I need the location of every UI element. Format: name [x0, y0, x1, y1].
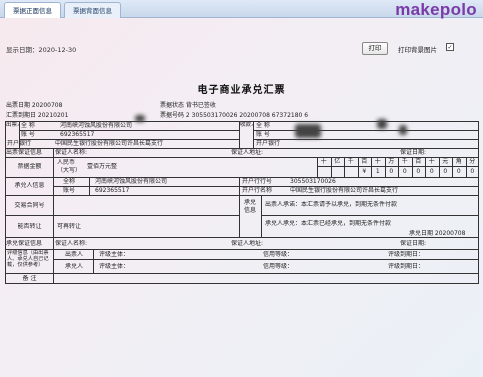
rating-drawer-org: 评级主体： [99, 251, 130, 258]
accept-guarantor-addr: 保证人地址: [231, 240, 264, 247]
contract-label: 交易合同号 [14, 202, 45, 209]
accept-guarantee-date: 保证日期: [400, 240, 427, 247]
amount-digit: 0 [429, 168, 434, 175]
amount-digit: 0 [416, 168, 421, 175]
amount-upper: （大写） [57, 167, 82, 174]
rating-label: 评级信息（由出票人、承兑人自己记载，仅供参考） [7, 250, 49, 268]
amount-digit: 0 [470, 168, 475, 175]
acceptor-name: 河南峡河蚀风股份有限公司 [95, 178, 168, 185]
drawer-promise: 出票人承诺：本汇票请予以承兑，到期无条件付款 [265, 201, 398, 208]
acceptor-name-label: 全称 [63, 178, 76, 185]
amount-unit: 分 [469, 158, 476, 165]
accept-date: 承兑日期 20200708 [409, 230, 466, 237]
rating-drawer-level: 信用等级： [263, 251, 294, 258]
drawer-bank-label: 开户银行 [7, 140, 32, 147]
accept-guarantee-label: 承兑保证信息 [6, 240, 43, 247]
rating-drawer-due: 评级到期日： [388, 251, 425, 258]
redaction-block [295, 124, 321, 138]
redaction-block [377, 119, 387, 129]
drawer-side-label: 出票人 [6, 122, 19, 128]
print-button[interactable]: 打印 [362, 42, 388, 55]
rating-acceptor-level: 信用等级： [263, 263, 294, 270]
makepolo-logo: makepolo [395, 0, 477, 19]
redaction-block [135, 115, 145, 122]
bill-status: 票据状态 背书已签收 [160, 102, 216, 109]
rating-drawer: 出票人 [64, 251, 83, 258]
amount-unit: 亿 [334, 158, 341, 165]
acceptor-account-label: 账号 [63, 187, 76, 194]
amount-unit: 千 [401, 158, 408, 165]
payee-account-label: 账 号 [256, 131, 270, 138]
show-date: 显示日期：2020-12-30 [6, 46, 77, 54]
acceptor-bank-name-label: 开户行名称 [242, 187, 273, 194]
drawer-bank: 中国民生银行股份有限公司许昌长葛支行 [55, 140, 164, 147]
drawer-name: 河南峡河蚀风股份有限公司 [60, 122, 133, 129]
acceptor-bank-no-label: 开户行行号 [242, 178, 273, 185]
amount-unit: 十 [428, 158, 435, 165]
payee-bank-label: 开户银行 [256, 140, 281, 147]
transfer-label: 能否转让 [17, 223, 42, 230]
issue-guarantee-date: 保证日期: [400, 149, 427, 156]
amount-digit: 0 [443, 168, 448, 175]
issue-date: 出票日期 20200708 [6, 102, 63, 109]
accept-info-label: 承兑信息 [243, 199, 256, 214]
amount-unit: 千 [347, 158, 354, 165]
redaction-block [399, 125, 407, 135]
amount-digit: 1 [375, 168, 380, 175]
amount-digit: 0 [389, 168, 394, 175]
acceptor-bank-name: 中国民生银行股份有限公司许昌长葛支行 [290, 187, 399, 194]
amount-unit: 万 [388, 158, 395, 165]
amount-unit: 十 [320, 158, 327, 165]
tab-front-info[interactable]: 票据正面信息 [4, 2, 61, 18]
payee-name-label: 全 称 [256, 122, 270, 129]
rating-acceptor-due: 评级到期日： [388, 263, 425, 270]
amount-unit: 百 [415, 158, 422, 165]
drawer-account-label: 账 号 [21, 131, 35, 138]
amount-digit: 0 [402, 168, 407, 175]
amount-unit: 元 [442, 158, 449, 165]
rating-acceptor-org: 评级主体： [99, 263, 130, 270]
remark-label: 备 注 [22, 275, 37, 282]
amount-text: 壹佰万元整 [87, 163, 118, 170]
acceptor-bank-no: 305503170026 [290, 178, 336, 185]
due-date: 汇票到期日 20210201 [6, 112, 69, 119]
print-background-label: 打印背景图片 [398, 46, 437, 54]
amount-digit: ¥ [362, 168, 367, 175]
acceptor-account: 692365517 [95, 187, 130, 194]
bill-title: 电子商业承兑汇票 [197, 85, 286, 96]
bill-table: 出票人 全 称 河南峡河蚀风股份有限公司 账 号 692365517 开户银行 … [5, 115, 479, 371]
payee-side-label: 收款人 [240, 122, 253, 128]
bill-number: 票据号码 2 305503170026 20200708 67372180 6 [160, 112, 309, 119]
acceptor-promise: 承兑人承兑：本汇票已经承兑，到期无条件付款 [265, 220, 392, 227]
amount-digit: 0 [456, 168, 461, 175]
amount-label: 票据金额 [17, 163, 42, 170]
drawer-account: 692365517 [60, 131, 95, 138]
amount-unit: 角 [455, 158, 462, 165]
issue-guarantee-label: 出票保证信息 [6, 149, 43, 156]
tab-back-info[interactable]: 票据背面信息 [64, 2, 121, 18]
amount-unit: 百 [361, 158, 368, 165]
amount-rmb: 人民币 [57, 159, 76, 166]
issue-guarantor-name: 保证人名称: [55, 149, 88, 156]
rating-acceptor: 承兑人 [64, 263, 83, 270]
acceptor-label: 承兑人信息 [14, 182, 45, 189]
drawer-name-label: 全 称 [21, 122, 35, 129]
transfer-value: 可再转让 [57, 223, 82, 230]
amount-unit: 十 [374, 158, 381, 165]
print-background-checkbox[interactable]: ✓ [446, 43, 454, 51]
issue-guarantor-addr: 保证人地址: [231, 149, 264, 156]
accept-guarantor-name: 保证人名称: [55, 240, 88, 247]
